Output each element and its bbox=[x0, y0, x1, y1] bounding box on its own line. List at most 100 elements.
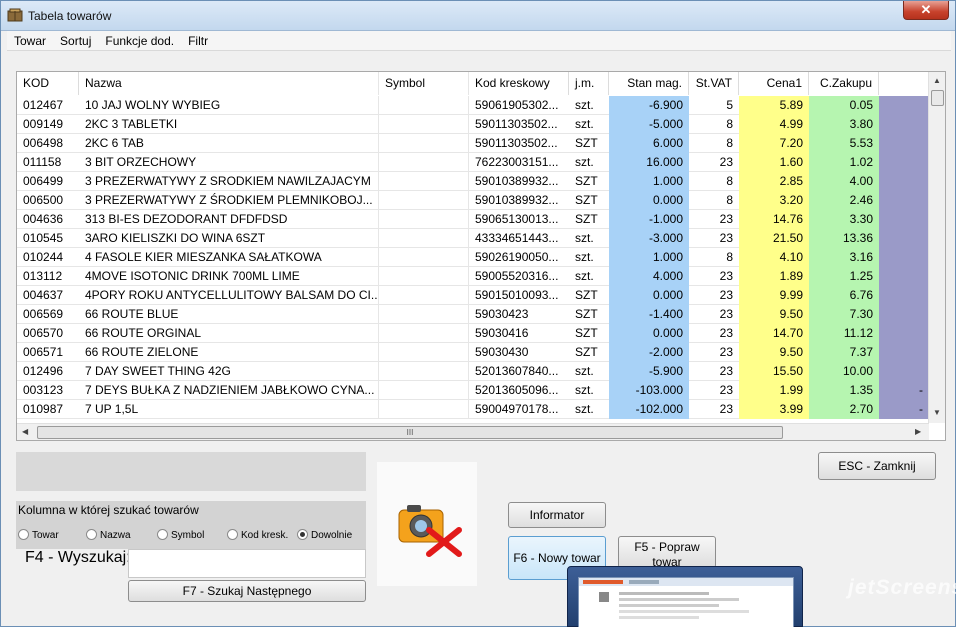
column-header[interactable]: C.Zakupu bbox=[809, 72, 879, 95]
cell-kod: 006570 bbox=[23, 326, 64, 340]
radio-search-column[interactable]: Nazwa bbox=[86, 529, 131, 541]
column-header[interactable]: Stan mag. bbox=[609, 72, 689, 95]
radio-dot-icon[interactable] bbox=[86, 529, 97, 540]
table-row[interactable]: 006499 3 PREZERWATYWY Z SRODKIEM NAWILZAJ… bbox=[17, 172, 929, 191]
table-row[interactable]: 006498 2KC 6 TAB 59011303502... SZT 6.000 8 7.… bbox=[17, 134, 929, 153]
cell-kod-kreskowy: 59061905302... bbox=[475, 98, 559, 112]
table-row[interactable]: 004636 313 BI-ES DEZODORANT DFDFDSD 590651… bbox=[17, 210, 929, 229]
table-row[interactable]: 012467 10 JAJ WOLNY WYBIEG 59061905302... s… bbox=[17, 96, 929, 115]
column-header[interactable]: Symbol bbox=[379, 72, 469, 95]
scroll-left-icon[interactable]: ◀ bbox=[22, 427, 28, 436]
cell-stan: -6.900 bbox=[609, 96, 689, 115]
cell-nazwa: 3 PREZERWATYWY Z SRODKIEM NAWILZAJACYM bbox=[79, 172, 379, 191]
cell-jm: SZT bbox=[575, 307, 598, 321]
cell-cena1: 1.99 bbox=[739, 381, 809, 400]
menu-item[interactable]: Filtr bbox=[181, 31, 215, 51]
radio-dot-icon[interactable] bbox=[297, 529, 308, 540]
table-row[interactable]: 006500 3 PREZERWATYWY Z ŚRODKIEM PLEMNIKO… bbox=[17, 191, 929, 210]
cell-stan: -1.000 bbox=[609, 210, 689, 229]
cell-kod-kreskowy: 59030416 bbox=[475, 326, 529, 340]
cell-kod-kreskowy: 59030423 bbox=[475, 307, 529, 321]
radio-dot-icon[interactable] bbox=[157, 529, 168, 540]
informator-button[interactable]: Informator bbox=[508, 502, 606, 528]
table-row[interactable]: 004637 4PORY ROKU ANTYCELLULITOWY BALSAM … bbox=[17, 286, 929, 305]
radio-search-column[interactable]: Dowolnie bbox=[297, 529, 352, 541]
cell-vat: 5 bbox=[726, 98, 733, 112]
cell-cena1: 5.89 bbox=[739, 96, 809, 115]
table-row[interactable]: 003123 7 DEYS BUŁKA Z NADZIENIEM JABŁKOWO… bbox=[17, 381, 929, 400]
cell-kod-kreskowy: 52013605096... bbox=[475, 383, 559, 397]
column-header[interactable]: Nazwa bbox=[79, 72, 379, 95]
table-row[interactable]: 006571 66 ROUTE ZIELONE 59030430 SZT -2.000 2… bbox=[17, 343, 929, 362]
cell-nazwa: 313 BI-ES DEZODORANT DFDFDSD bbox=[79, 210, 379, 229]
table-row[interactable]: 013112 4MOVE ISOTONIC DRINK 700ML LIME 590… bbox=[17, 267, 929, 286]
vertical-scrollbar[interactable]: ▲ ▼ bbox=[928, 72, 945, 423]
table-row[interactable]: 006569 66 ROUTE BLUE 59030423 SZT -1.400 23 9.… bbox=[17, 305, 929, 324]
radio-search-column[interactable]: Symbol bbox=[157, 529, 204, 541]
cell-vat: 8 bbox=[726, 193, 733, 207]
cell-kod: 006499 bbox=[23, 174, 64, 188]
scroll-right-icon[interactable]: ▶ bbox=[915, 427, 921, 436]
cell-kod: 010987 bbox=[23, 402, 64, 416]
watermark-logo: jetScreenshot bbox=[848, 576, 956, 599]
table-row[interactable]: 012496 7 DAY SWEET THING 42G 52013607840..… bbox=[17, 362, 929, 381]
scroll-up-icon[interactable]: ▲ bbox=[933, 76, 941, 85]
products-table[interactable]: KOD Nazwa Symbol Kod kreskowy j.m. Stan mag. S… bbox=[16, 71, 946, 441]
cell-symbol bbox=[379, 267, 469, 286]
find-next-button[interactable]: F7 - Szukaj Następnego bbox=[128, 580, 366, 602]
table-row[interactable]: 006570 66 ROUTE ORGINAL 59030416 SZT 0.000 23… bbox=[17, 324, 929, 343]
edit-product-button[interactable]: F5 - Popraw towar bbox=[618, 536, 716, 568]
radio-search-column[interactable]: Kod kresk. bbox=[227, 529, 288, 541]
cell-cena1: 4.99 bbox=[739, 115, 809, 134]
table-row[interactable]: 009149 2KC 3 TABLETKI 59011303502... szt. -5… bbox=[17, 115, 929, 134]
column-header[interactable]: j.m. bbox=[569, 72, 609, 95]
cell-kod: 010244 bbox=[23, 250, 64, 264]
cell-symbol bbox=[379, 343, 469, 362]
horizontal-scroll-thumb[interactable]: III bbox=[37, 426, 783, 439]
cell-zakup: 5.53 bbox=[809, 134, 879, 153]
column-header[interactable]: KOD bbox=[17, 72, 79, 95]
taskbar-preview[interactable] bbox=[567, 566, 803, 627]
cell-jm: SZT bbox=[575, 326, 598, 340]
horizontal-scrollbar[interactable]: ◀ III ▶ bbox=[17, 423, 929, 440]
radio-search-column[interactable]: Towar bbox=[18, 529, 59, 541]
table-row[interactable]: 011158 3 BIT ORZECHOWY 76223003151... szt. 1… bbox=[17, 153, 929, 172]
close-window-button[interactable]: ESC - Zamknij bbox=[818, 452, 936, 480]
column-header[interactable]: St.VAT bbox=[689, 72, 739, 95]
app-icon bbox=[7, 8, 23, 22]
camera-remove-icon bbox=[398, 505, 462, 557]
main-window: Tabela towarów ✕ Towar Sortuj Funkcje dod.… bbox=[0, 0, 956, 627]
cell-jm: SZT bbox=[575, 345, 598, 359]
scroll-down-icon[interactable]: ▼ bbox=[933, 408, 941, 417]
table-row[interactable]: 010987 7 UP 1,5L 59004970178... szt. -102.00… bbox=[17, 400, 929, 419]
column-header[interactable] bbox=[879, 72, 929, 95]
cell-cena1: 3.99 bbox=[739, 400, 809, 419]
cell-vat: 23 bbox=[719, 383, 733, 397]
menu-item[interactable]: Towar bbox=[7, 31, 53, 51]
cell-vat: 23 bbox=[719, 288, 733, 302]
radio-dot-icon[interactable] bbox=[18, 529, 29, 540]
cell-symbol bbox=[379, 96, 469, 115]
vertical-scroll-thumb[interactable] bbox=[931, 90, 944, 106]
menu-item[interactable]: Funkcje dod. bbox=[98, 31, 181, 51]
search-input[interactable] bbox=[128, 549, 366, 578]
cell-kod: 010545 bbox=[23, 231, 64, 245]
column-header[interactable]: Kod kreskowy bbox=[469, 72, 569, 95]
cell-kod-kreskowy: 59026190050... bbox=[475, 250, 559, 264]
cell-zakup: 2.46 bbox=[809, 191, 879, 210]
table-row[interactable]: 010545 3ARO KIELISZKI DO WINA 6SZT 4333465… bbox=[17, 229, 929, 248]
column-header[interactable]: Cena1 bbox=[739, 72, 809, 95]
radio-dot-icon[interactable] bbox=[227, 529, 238, 540]
cell-kod-kreskowy: 59015010093... bbox=[475, 288, 559, 302]
cell-stan: -1.400 bbox=[609, 305, 689, 324]
cell-nazwa: 3 PREZERWATYWY Z ŚRODKIEM PLEMNIKOBOJ... bbox=[79, 191, 379, 210]
titlebar[interactable]: Tabela towarów ✕ bbox=[1, 1, 955, 31]
menubar: Towar Sortuj Funkcje dod. Filtr bbox=[7, 31, 951, 51]
cell-kod-kreskowy: 59010389932... bbox=[475, 174, 559, 188]
cell-symbol bbox=[379, 191, 469, 210]
table-row[interactable]: 010244 4 FASOLE KIER MIESZANKA SAŁATKOWA 5… bbox=[17, 248, 929, 267]
menu-item[interactable]: Sortuj bbox=[53, 31, 98, 51]
cell-nazwa: 2KC 6 TAB bbox=[79, 134, 379, 153]
close-button[interactable]: ✕ bbox=[903, 1, 949, 20]
cell-kod-kreskowy: 59005520316... bbox=[475, 269, 559, 283]
